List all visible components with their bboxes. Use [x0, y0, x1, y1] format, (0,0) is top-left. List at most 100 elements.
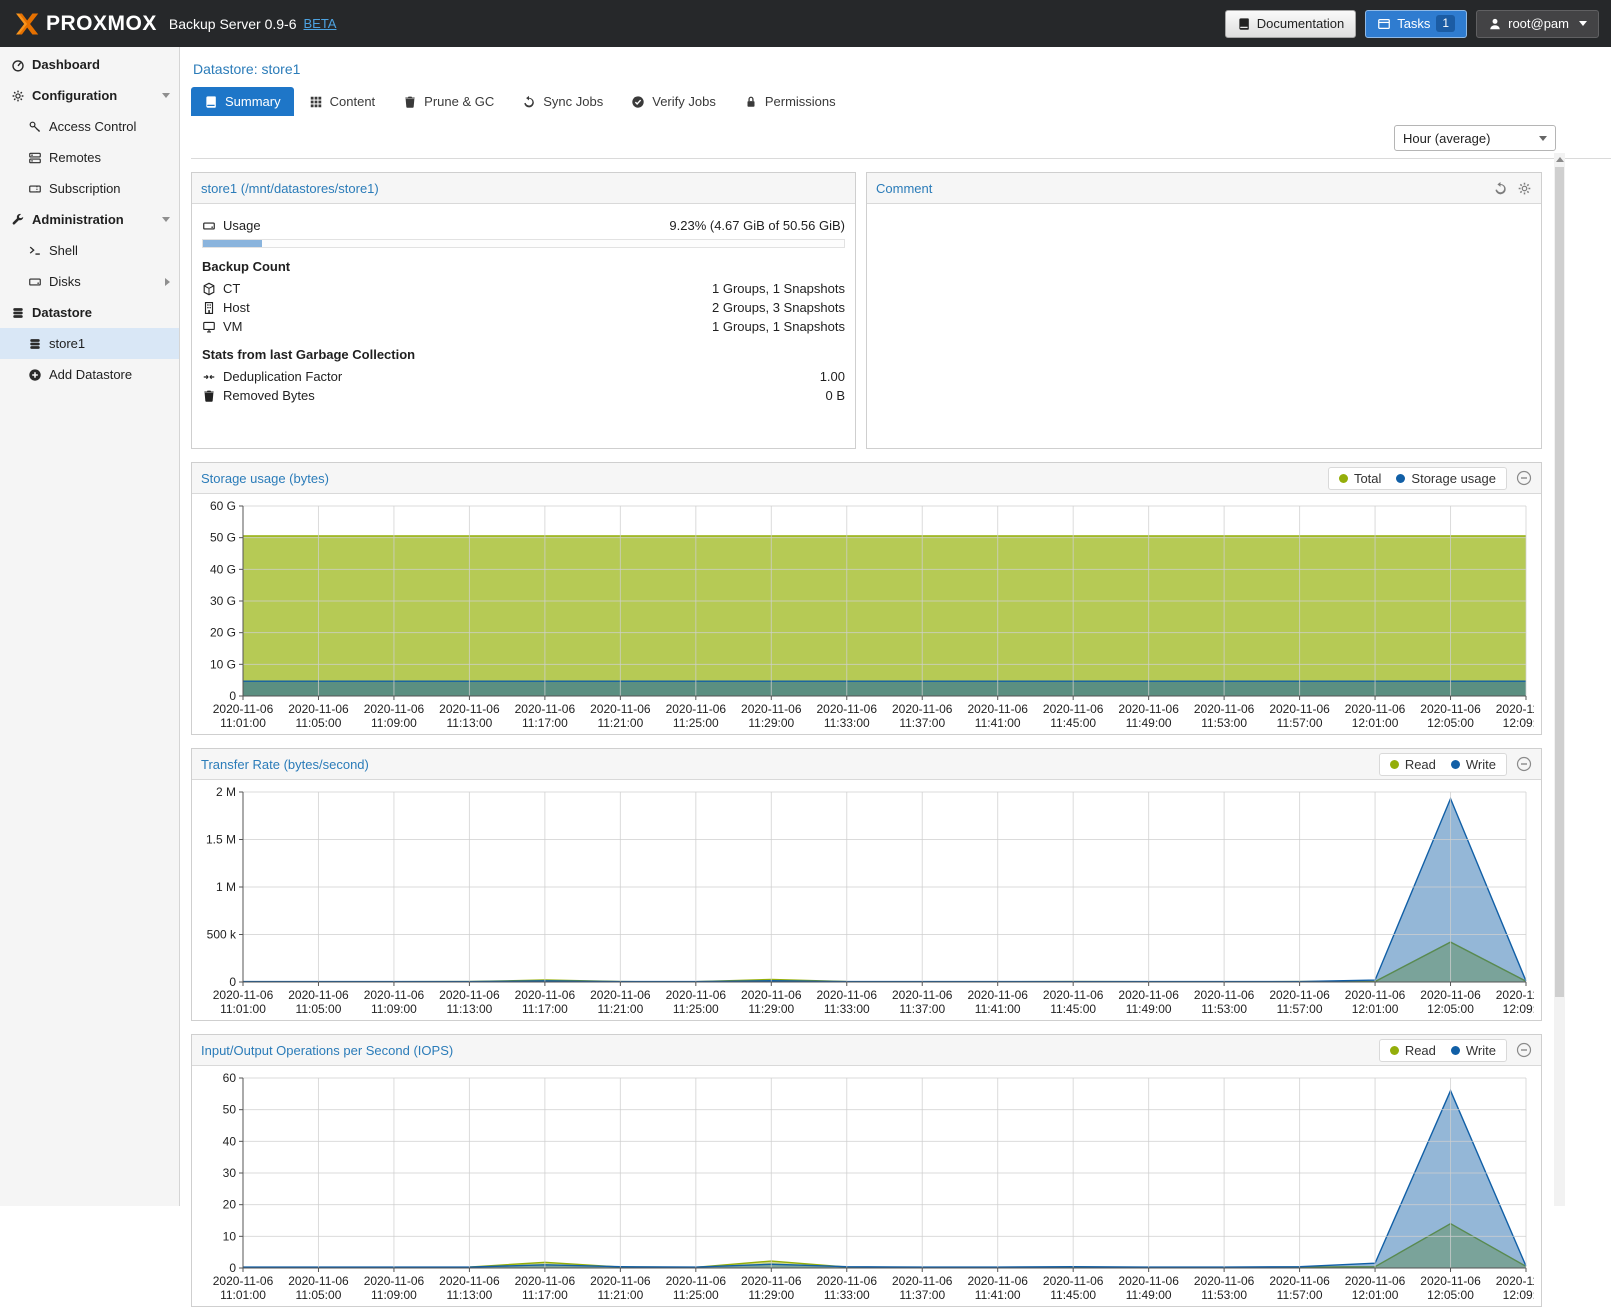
legend-item-storage-usage[interactable]: Storage usage — [1396, 471, 1496, 486]
ct-row: CT 1 Groups, 1 Snapshots — [202, 279, 845, 298]
svg-text:11:57:00: 11:57:00 — [1277, 1002, 1323, 1016]
datastore-panel-header: store1 (/mnt/datastores/store1) — [192, 173, 855, 204]
storage-usage-chart: 010 G20 G30 G40 G50 G60 G2020-11-0611:01… — [197, 498, 1534, 732]
svg-text:1 M: 1 M — [216, 880, 236, 894]
scroll-up-arrow-icon[interactable] — [1554, 153, 1565, 166]
svg-text:2020-11-06: 2020-11-06 — [1269, 1274, 1330, 1288]
legend-item-read[interactable]: Read — [1390, 1043, 1436, 1058]
time-range-value: Hour (average) — [1403, 131, 1539, 146]
sidebar-item-configuration[interactable]: Configuration — [0, 80, 179, 111]
legend-dot — [1451, 1046, 1460, 1055]
sidebar-item-label: Add Datastore — [49, 367, 132, 382]
legend-label: Storage usage — [1411, 471, 1496, 486]
svg-text:50 G: 50 G — [210, 531, 236, 545]
collapse-arrow-icon[interactable] — [162, 93, 170, 98]
user-menu-button[interactable]: root@pam — [1476, 10, 1599, 38]
svg-text:2020-11-06: 2020-11-06 — [967, 988, 1028, 1002]
svg-text:11:53:00: 11:53:00 — [1201, 716, 1247, 730]
transfer-rate-chart: 0500 k1 M1.5 M2 M2020-11-0611:01:002020-… — [197, 784, 1534, 1018]
svg-text:11:49:00: 11:49:00 — [1126, 716, 1172, 730]
svg-text:11:25:00: 11:25:00 — [673, 716, 719, 730]
legend-item-write[interactable]: Write — [1451, 757, 1496, 772]
usage-value: 9.23% (4.67 GiB of 50.56 GiB) — [669, 218, 845, 233]
sidebar-item-remotes[interactable]: Remotes — [0, 142, 179, 173]
svg-text:11:17:00: 11:17:00 — [522, 1002, 568, 1016]
vertical-scrollbar[interactable] — [1554, 153, 1565, 1206]
documentation-button[interactable]: Documentation — [1225, 10, 1356, 38]
svg-text:11:33:00: 11:33:00 — [824, 716, 870, 730]
sidebar-item-dashboard[interactable]: Dashboard — [0, 49, 179, 80]
collapse-panel-icon[interactable] — [1516, 756, 1532, 772]
tab-prune-gc[interactable]: Prune & GC — [390, 87, 507, 116]
sidebar-item-datastore[interactable]: Datastore — [0, 297, 179, 328]
sidebar-item-subscription[interactable]: Subscription — [0, 173, 179, 204]
tab-permissions[interactable]: Permissions — [731, 87, 849, 116]
refresh-icon[interactable] — [1493, 181, 1508, 196]
svg-text:50: 50 — [223, 1103, 237, 1117]
expand-arrow-icon[interactable] — [165, 278, 170, 286]
sidebar-item-label: Dashboard — [32, 57, 100, 72]
hdd-icon — [28, 275, 49, 289]
svg-text:2020-11-06: 2020-11-06 — [817, 702, 878, 716]
svg-text:11:21:00: 11:21:00 — [597, 1288, 643, 1302]
collapse-panel-icon[interactable] — [1516, 470, 1532, 486]
sidebar-item-label: store1 — [49, 336, 85, 351]
svg-text:11:13:00: 11:13:00 — [446, 1288, 492, 1302]
svg-text:11:21:00: 11:21:00 — [597, 716, 643, 730]
svg-text:2020-11-06: 2020-11-06 — [1496, 702, 1534, 716]
tasks-button[interactable]: Tasks 1 — [1365, 10, 1467, 38]
legend-item-total[interactable]: Total — [1339, 471, 1381, 486]
tab-label: Summary — [225, 94, 281, 109]
gear-icon[interactable] — [1517, 181, 1532, 196]
svg-text:11:05:00: 11:05:00 — [296, 1002, 342, 1016]
svg-text:2020-11-06: 2020-11-06 — [741, 988, 802, 1002]
beta-link[interactable]: BETA — [303, 16, 336, 31]
chevron-down-icon — [1539, 136, 1547, 141]
svg-text:2020-11-06: 2020-11-06 — [1118, 702, 1179, 716]
sidebar-item-disks[interactable]: Disks — [0, 266, 179, 297]
svg-text:11:57:00: 11:57:00 — [1277, 1288, 1323, 1302]
sidebar-item-shell[interactable]: Shell — [0, 235, 179, 266]
time-range-select[interactable]: Hour (average) — [1394, 125, 1556, 151]
legend-dot — [1451, 760, 1460, 769]
page-title: Datastore: store1 — [191, 53, 1611, 87]
svg-text:2020-11-06: 2020-11-06 — [1043, 988, 1104, 1002]
usage-label: Usage — [223, 218, 261, 233]
chart-legend: Total Storage usage — [1328, 467, 1507, 490]
svg-text:2020-11-06: 2020-11-06 — [364, 1274, 425, 1288]
svg-text:11:57:00: 11:57:00 — [1277, 716, 1323, 730]
comment-panel-tools — [1493, 181, 1532, 196]
book-icon — [1237, 17, 1251, 31]
svg-text:12:05:00: 12:05:00 — [1427, 716, 1474, 730]
scrollbar-thumb[interactable] — [1555, 167, 1564, 997]
tab-label: Prune & GC — [424, 94, 494, 109]
chart-title: Storage usage (bytes) — [201, 471, 329, 486]
sidebar-item-add-datastore[interactable]: Add Datastore — [0, 359, 179, 390]
chart-body: 0500 k1 M1.5 M2 M2020-11-0611:01:002020-… — [192, 780, 1541, 1020]
tab-verify-jobs[interactable]: Verify Jobs — [618, 87, 729, 116]
svg-text:2020-11-06: 2020-11-06 — [1345, 1274, 1406, 1288]
removed-bytes-row: Removed Bytes 0 B — [202, 386, 845, 405]
collapse-panel-icon[interactable] — [1516, 1042, 1532, 1058]
svg-text:11:41:00: 11:41:00 — [975, 1288, 1021, 1302]
legend-item-read[interactable]: Read — [1390, 757, 1436, 772]
tasks-count-badge: 1 — [1436, 15, 1455, 32]
legend-dot — [1339, 474, 1348, 483]
collapse-arrow-icon[interactable] — [162, 217, 170, 222]
tab-sync-jobs[interactable]: Sync Jobs — [509, 87, 616, 116]
sidebar-item-store1[interactable]: store1 — [0, 328, 179, 359]
svg-text:11:29:00: 11:29:00 — [748, 716, 794, 730]
svg-text:2020-11-06: 2020-11-06 — [1345, 988, 1406, 1002]
tab-content[interactable]: Content — [296, 87, 389, 116]
legend-item-write[interactable]: Write — [1451, 1043, 1496, 1058]
sidebar-item-administration[interactable]: Administration — [0, 204, 179, 235]
row-value: 0 B — [825, 388, 845, 403]
sidebar-item-access-control[interactable]: Access Control — [0, 111, 179, 142]
tab-summary[interactable]: Summary — [191, 87, 294, 116]
svg-text:12:05:00: 12:05:00 — [1427, 1288, 1474, 1302]
svg-text:11:37:00: 11:37:00 — [899, 716, 945, 730]
svg-text:2020-11-06: 2020-11-06 — [590, 1274, 651, 1288]
datastore-summary-panel: store1 (/mnt/datastores/store1) Usage 9.… — [191, 172, 856, 449]
svg-text:2020-11-06: 2020-11-06 — [1118, 988, 1179, 1002]
hdd-icon — [202, 219, 223, 233]
